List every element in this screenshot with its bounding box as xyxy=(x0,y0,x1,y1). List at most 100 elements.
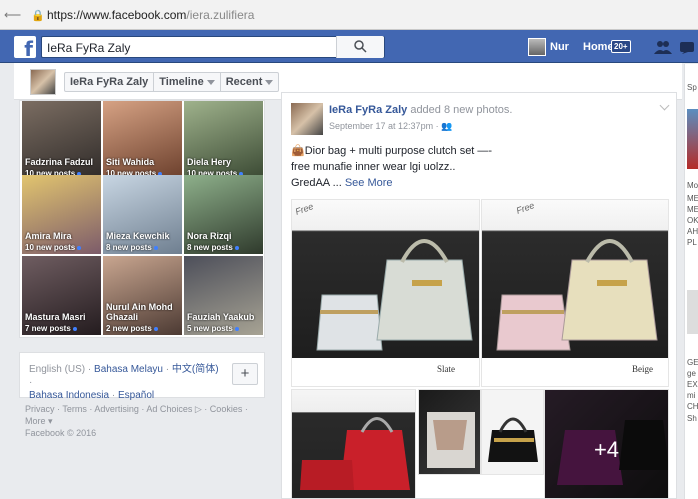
search-button[interactable] xyxy=(336,36,384,58)
friend-posts: 10 new posts xyxy=(25,243,82,252)
post-author-link[interactable]: IeRa FyRa Zaly xyxy=(329,104,407,116)
profile-name-button[interactable]: IeRa FyRa Zaly xyxy=(65,73,155,91)
photo-color-label: Beige xyxy=(632,364,653,374)
timeline-dropdown[interactable]: Timeline xyxy=(154,73,221,91)
timeline-label: Timeline xyxy=(159,76,204,88)
bag-photo-image xyxy=(300,417,410,490)
url-path: /iera.zulifiera xyxy=(186,8,255,22)
sidebar-text: PL xyxy=(687,238,697,247)
friends-privacy-icon: 👥 xyxy=(441,121,453,131)
friend-requests-icon[interactable] xyxy=(654,40,672,54)
footer-more-link[interactable]: More ▾ xyxy=(25,415,265,427)
language-link[interactable]: 中文(简体) xyxy=(172,364,219,375)
friend-tile[interactable]: Mastura Masri 7 new posts xyxy=(22,256,101,335)
post-header: IeRa FyRa Zaly added 8 new photos. xyxy=(329,104,512,116)
post-photo[interactable]: Free Slate xyxy=(291,199,480,387)
friend-name: Fadzrina Fadzul xyxy=(25,157,94,167)
language-link[interactable]: Español xyxy=(118,390,154,401)
footer-copyright: Facebook © 2016 xyxy=(25,428,97,438)
chevron-down-icon xyxy=(265,79,274,85)
right-sidebar: Sp Mo ME ME OK AH PL GE ge EX mi CH Sh xyxy=(684,64,698,499)
back-arrow-icon[interactable]: ⟵ xyxy=(4,8,21,22)
user-avatar[interactable] xyxy=(528,38,546,56)
friends-grid: Fadzrina Fadzul 10 new posts Siti Wahida 1… xyxy=(19,100,265,338)
sidebar-ad-image[interactable] xyxy=(687,109,698,169)
sidebar-text: GE xyxy=(687,358,698,367)
friend-tile[interactable]: Nora Rizqi 8 new posts xyxy=(184,175,263,254)
post-photo[interactable] xyxy=(481,389,544,475)
friend-name: Mieza Kewchik xyxy=(106,231,170,241)
url-host: https://www.facebook.com xyxy=(47,8,187,22)
friend-name: Diela Hery xyxy=(187,157,232,167)
language-link[interactable]: Bahasa Indonesia xyxy=(29,390,109,401)
lock-icon: 🔒 xyxy=(31,10,45,22)
friend-name: Siti Wahida xyxy=(106,157,155,167)
friend-tile[interactable]: Siti Wahida 10 new posts xyxy=(103,101,182,180)
sidebar-text: Sh xyxy=(687,414,697,423)
sidebar-ad-image[interactable] xyxy=(687,290,698,334)
post-photo[interactable]: Free Beige xyxy=(481,199,669,387)
sidebar-text: ME xyxy=(687,194,698,203)
sidebar-text: Mo xyxy=(687,181,698,190)
nav-home-link[interactable]: Home xyxy=(583,41,614,53)
friend-name: Nurul Ain Mohd Ghazali xyxy=(106,302,173,322)
sidebar-text: Sp xyxy=(687,83,697,92)
friend-name: Nora Rizqi xyxy=(187,231,232,241)
add-language-button[interactable]: + xyxy=(232,363,258,385)
messages-icon[interactable] xyxy=(680,40,698,54)
post-action-text: added 8 new photos. xyxy=(407,104,513,116)
friend-posts: 7 new posts xyxy=(25,324,77,333)
left-column: Fadzrina Fadzul 10 new posts Siti Wahida 1… xyxy=(14,100,268,499)
sidebar-text: AH xyxy=(687,227,698,236)
friend-tile[interactable]: Mieza Kewchik 8 new posts xyxy=(103,175,182,254)
friend-tile[interactable]: Fadzrina Fadzul 10 new posts xyxy=(22,101,101,180)
sidebar-text: OK xyxy=(687,216,698,225)
bag-photo-image xyxy=(427,412,475,468)
friend-tile[interactable]: Fauziah Yaakub 5 new posts xyxy=(184,256,263,335)
search-box[interactable]: IeRa FyRa Zaly xyxy=(41,36,385,58)
bag-photo-image xyxy=(292,239,479,386)
friend-name: Mastura Masri xyxy=(25,312,86,322)
chevron-down-icon xyxy=(206,79,215,85)
friend-name: Fauziah Yaakub xyxy=(187,312,255,322)
sidebar-text: ME xyxy=(687,205,698,214)
search-input[interactable]: IeRa FyRa Zaly xyxy=(47,41,130,55)
sidebar-text: CH xyxy=(687,402,698,411)
facebook-logo-icon[interactable]: f xyxy=(14,36,36,58)
footer-line[interactable]: Privacy · Terms · Advertising · Ad Choic… xyxy=(25,403,265,415)
friend-posts: 8 new posts xyxy=(106,243,158,252)
post-timestamp[interactable]: September 17 at 12:37pm · 👥 xyxy=(329,121,452,132)
home-count-badge: 20+ xyxy=(611,40,631,53)
language-link[interactable]: Bahasa Melayu xyxy=(94,364,163,375)
nav-user-name[interactable]: Nur xyxy=(550,41,569,53)
see-more-link[interactable]: See More xyxy=(345,177,393,189)
post-text: 👜Dior bag + multi purpose clutch set —- f… xyxy=(291,145,493,173)
friend-posts: 2 new posts xyxy=(106,324,158,333)
browser-address-bar: ⟵ 🔒 https://www.facebook.com/iera.zulifi… xyxy=(0,0,698,30)
search-icon xyxy=(354,40,367,53)
current-language: English (US) xyxy=(29,364,86,375)
profile-thumbnail[interactable] xyxy=(30,69,56,95)
recent-label: Recent xyxy=(225,76,263,88)
friend-tile[interactable]: Amira Mira 10 new posts xyxy=(22,175,101,254)
more-photos-overlay[interactable]: +4 xyxy=(545,390,668,498)
photo-color-label: Slate xyxy=(437,364,455,374)
bag-photo-image xyxy=(482,239,668,386)
post-photo-more[interactable]: +4 xyxy=(544,389,669,498)
post-text-more: GredAA ... See More xyxy=(291,177,393,189)
post-author-avatar[interactable] xyxy=(291,103,323,135)
language-list: English (US) · Bahasa Melayu · 中文(简体) · … xyxy=(29,364,219,401)
facebook-top-bar: f IeRa FyRa Zaly Nur Home 20+ xyxy=(0,30,698,63)
sidebar-text: mi xyxy=(687,391,696,400)
post-options-icon[interactable] xyxy=(659,100,670,111)
friend-posts: 8 new posts xyxy=(187,243,239,252)
friend-tile[interactable]: Nurul Ain Mohd Ghazali 2 new posts xyxy=(103,256,182,335)
recent-dropdown[interactable]: Recent xyxy=(221,73,279,91)
friend-tile[interactable]: Diela Hery 10 new posts xyxy=(184,101,263,180)
bag-photo-image xyxy=(488,417,538,462)
post-photo[interactable] xyxy=(291,389,416,498)
post-photo[interactable] xyxy=(418,389,481,475)
sidebar-text: EX xyxy=(687,380,698,389)
url-field[interactable]: https://www.facebook.com/iera.zulifiera xyxy=(47,8,254,22)
feed-post: IeRa FyRa Zaly added 8 new photos. Septe… xyxy=(281,92,677,499)
